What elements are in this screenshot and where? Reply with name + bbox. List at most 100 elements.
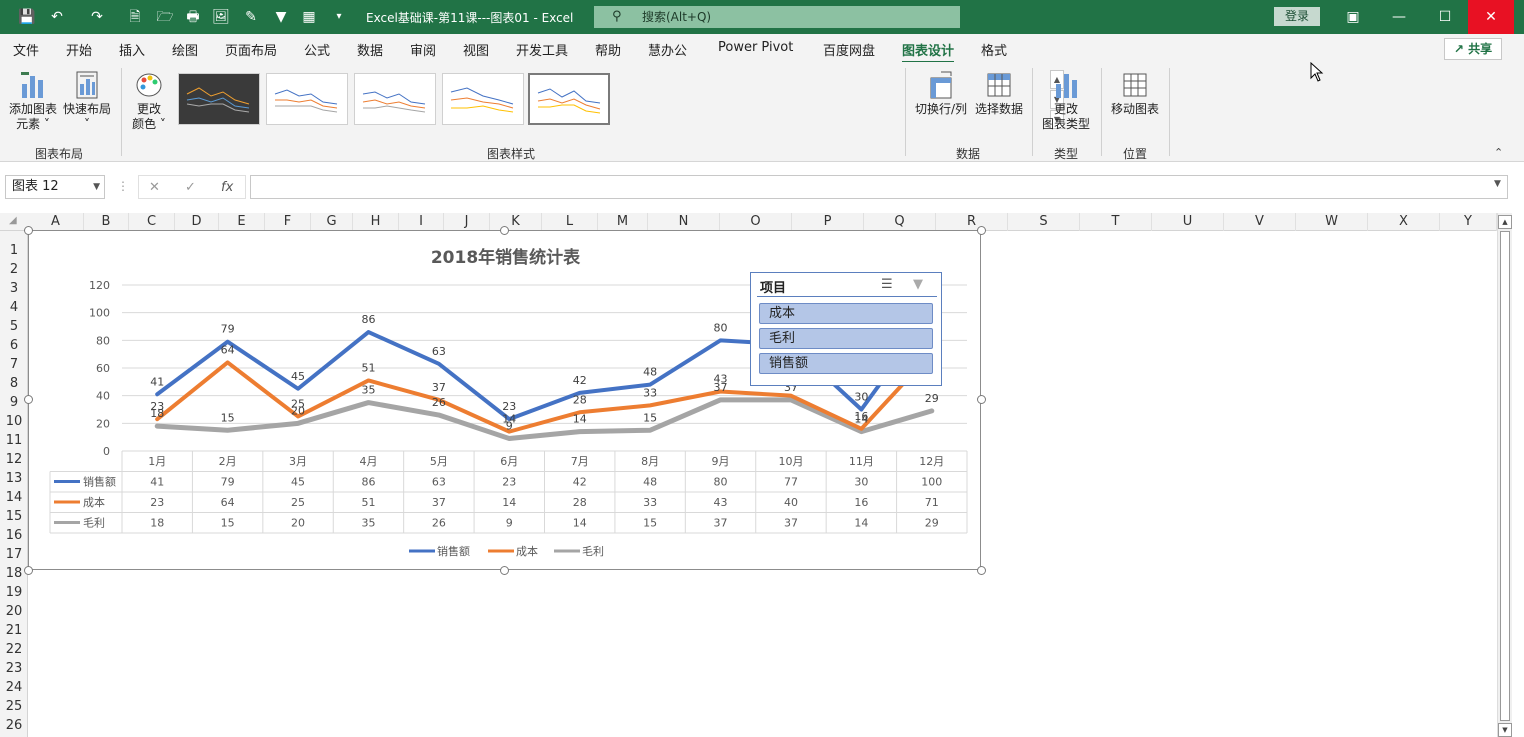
row-header[interactable]: 3 [0,281,28,296]
row-header[interactable]: 19 [0,585,28,600]
tab-format[interactable]: 格式 [981,40,1007,59]
chart-style-thumb-selected[interactable] [528,73,610,125]
row-header[interactable]: 22 [0,642,28,657]
row-header[interactable]: 12 [0,452,28,467]
save-icon[interactable]: 💾 [18,8,36,26]
column-header[interactable]: V [1224,213,1296,231]
chart-style-thumb[interactable] [442,73,524,125]
column-header[interactable]: C [129,213,175,231]
row-header[interactable]: 7 [0,357,28,372]
tab-file[interactable]: 文件 [13,40,39,59]
row-header[interactable]: 26 [0,718,28,733]
row-header[interactable]: 4 [0,300,28,315]
column-header[interactable]: H [353,213,399,231]
column-header[interactable]: O [720,213,792,231]
tab-help[interactable]: 帮助 [595,40,621,59]
row-header[interactable]: 6 [0,338,28,353]
chart-style-thumb[interactable] [266,73,348,125]
slicer-item[interactable]: 成本 [759,303,933,324]
resize-handle[interactable] [500,566,509,575]
chart-style-thumb[interactable] [178,73,260,125]
tab-page-layout[interactable]: 页面布局 [225,40,277,59]
column-header[interactable]: A [28,213,84,231]
resize-handle[interactable] [24,226,33,235]
row-header[interactable]: 8 [0,376,28,391]
expand-formula-icon[interactable]: ▼ [1494,179,1501,189]
tab-insert[interactable]: 插入 [119,40,145,59]
select-all-icon[interactable]: ◢ [9,215,17,226]
column-header[interactable]: I [399,213,444,231]
column-header[interactable]: R [936,213,1008,231]
row-header[interactable]: 17 [0,547,28,562]
resize-handle[interactable] [977,566,986,575]
share-button[interactable]: ↗ 共享 [1444,38,1502,60]
row-header[interactable]: 5 [0,319,28,334]
new-file-icon[interactable]: 🗎 [126,8,144,26]
search-input[interactable]: ⚲ 搜索(Alt+Q) [594,6,960,28]
scroll-thumb[interactable] [1500,231,1510,721]
minimize-icon[interactable]: — [1376,0,1422,34]
tab-review[interactable]: 审阅 [410,40,436,59]
select-data-button[interactable]: 选择数据 [970,70,1028,117]
print-icon[interactable]: 🖶 [184,8,202,26]
tab-chart-design[interactable]: 图表设计 [902,40,955,64]
scroll-up-icon[interactable]: ▲ [1498,215,1512,229]
row-header[interactable]: 10 [0,414,28,429]
tab-developer[interactable]: 开发工具 [516,40,568,59]
column-header[interactable]: L [542,213,598,231]
column-header[interactable]: Y [1440,213,1497,231]
column-header[interactable]: T [1080,213,1152,231]
form-icon[interactable]: ✎ [242,8,260,26]
row-header[interactable]: 1 [0,243,28,258]
tab-power-pivot[interactable]: Power Pivot [718,40,793,55]
image-icon[interactable]: 🖼 [212,8,230,26]
close-icon[interactable]: ✕ [1468,0,1514,34]
tab-data[interactable]: 数据 [357,40,383,59]
tab-draw[interactable]: 绘图 [172,40,198,59]
login-button[interactable]: 登录 [1274,7,1320,26]
cancel-icon[interactable]: ✕ [149,180,160,195]
row-header[interactable]: 24 [0,680,28,695]
vertical-scrollbar[interactable]: ▲ ▼ [1497,213,1512,737]
row-header[interactable]: 20 [0,604,28,619]
column-header[interactable]: F [265,213,311,231]
maximize-icon[interactable]: ☐ [1422,0,1468,34]
redo-icon[interactable]: ↷ [88,8,106,26]
resize-handle[interactable] [24,395,33,404]
row-header[interactable]: 11 [0,433,28,448]
column-header[interactable]: U [1152,213,1224,231]
column-header[interactable]: S [1008,213,1080,231]
column-header[interactable]: W [1296,213,1368,231]
enter-icon[interactable]: ✓ [185,180,196,195]
slicer[interactable]: 项目 ☰ ▼ 成本 毛利 销售额 [750,272,942,386]
column-header[interactable]: E [219,213,265,231]
row-header[interactable]: 2 [0,262,28,277]
column-header[interactable]: D [175,213,219,231]
scroll-down-icon[interactable]: ▼ [1498,723,1512,737]
row-header[interactable]: 13 [0,471,28,486]
switch-row-column-button[interactable]: 切换行/列 [912,70,970,117]
column-header[interactable]: K [490,213,542,231]
row-header[interactable]: 25 [0,699,28,714]
formula-input[interactable] [250,175,1508,199]
tab-home[interactable]: 开始 [66,40,92,59]
row-header[interactable]: 21 [0,623,28,638]
tab-baidu-netdisk[interactable]: 百度网盘 [823,40,875,59]
quick-layout-button[interactable]: 快速布局 ˅ [60,70,114,132]
column-header[interactable]: J [444,213,490,231]
customize-qat-icon[interactable]: ▾ [330,8,348,26]
row-header[interactable]: 23 [0,661,28,676]
change-chart-type-button[interactable]: 更改 图表类型 [1038,70,1094,132]
chart-style-thumb[interactable] [354,73,436,125]
filter-icon[interactable]: ▼ [272,8,290,26]
column-header[interactable]: P [792,213,864,231]
collapse-ribbon-icon[interactable]: ⌃ [1494,146,1503,159]
multi-select-icon[interactable]: ☰ [881,277,893,292]
tab-formulas[interactable]: 公式 [304,40,330,59]
column-header[interactable]: B [84,213,129,231]
column-header[interactable]: G [311,213,353,231]
open-folder-icon[interactable]: 🗁 [156,8,174,26]
column-header[interactable]: N [648,213,720,231]
change-colors-button[interactable]: 更改 颜色 ˅ [126,70,172,132]
move-chart-button[interactable]: 移动图表 [1106,70,1164,117]
